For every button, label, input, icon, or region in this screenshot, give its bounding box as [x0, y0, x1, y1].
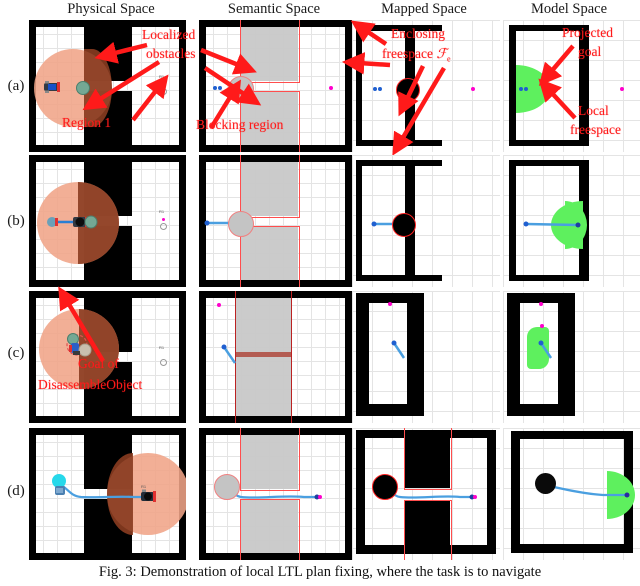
blocking-region-circle: [214, 474, 240, 500]
wall-top: [29, 155, 186, 162]
wall-left: [29, 155, 36, 287]
wall-right: [179, 155, 186, 287]
robot-path: [538, 340, 553, 359]
column-header-physical-space: Physical Space: [67, 1, 155, 17]
annotation-projected-goal-line1: Projected: [562, 25, 613, 40]
row-label-c: (c): [7, 345, 25, 361]
annotation-enclosing-freespace-line2: freespace ℱe: [382, 47, 451, 67]
robot-path: [204, 220, 233, 226]
row-label-b: (b): [7, 213, 25, 229]
row-label-a: (a): [7, 78, 25, 94]
localized-obstacle-blob: [372, 474, 398, 500]
annotation-blocking-region: Blocking region: [196, 117, 284, 132]
localized-obstacle-blob: [392, 213, 416, 237]
panel-d-semantic-space: [199, 428, 352, 560]
panel-c-mapped-space: [352, 291, 500, 423]
annotation-localized-obstacles-line1: Localized: [142, 27, 196, 42]
robot-icon-goal: [141, 489, 156, 502]
annotation-localized-obstacles-line2: obstacles: [146, 46, 196, 61]
localized-obstacle-blob: [535, 473, 556, 494]
panel-b-mapped-space: [352, 155, 500, 287]
annotation-local-freespace-line1: Local: [578, 103, 609, 118]
panel-d-mapped-space: [352, 428, 500, 560]
freespace-subscript: e: [446, 54, 451, 64]
goal-marker-r1: [162, 218, 165, 221]
blocking-region-circle: [228, 211, 254, 237]
panel-b-semantic-space: [199, 155, 352, 287]
panel-d-physical-space: R1: [29, 428, 186, 560]
annotation-projected-goal-line2: goal: [578, 44, 602, 59]
column-header-model-space: Model Space: [530, 1, 608, 17]
robot-path: [391, 340, 406, 359]
robot-icon-start: [55, 486, 65, 495]
column-header-mapped-space: Mapped Space: [381, 1, 467, 17]
region-circle-r1: [160, 223, 167, 230]
figure-caption: Fig. 3: Demonstration of local LTL plan …: [98, 564, 542, 580]
robot-path: [544, 483, 630, 498]
robot-path: [221, 344, 237, 364]
panel-c-semantic-space: [199, 291, 352, 423]
annotation-enclosing-freespace-line1: Enclosing: [391, 26, 445, 41]
enclosing-freespace-word: freespace: [382, 46, 433, 61]
freespace-symbol: ℱ: [436, 46, 447, 61]
panel-b-physical-space: R1: [29, 155, 186, 287]
wall-bottom: [29, 280, 186, 287]
robot-and-object-icon: [47, 215, 98, 229]
panel-b-model-space: [503, 155, 640, 287]
goal-marker-r1: [473, 495, 477, 499]
column-header-semantic-space: Semantic Space: [227, 1, 321, 17]
region-label-r1: R1: [141, 484, 147, 489]
panel-d-model-space: [503, 428, 640, 560]
annotation-arrows-a-semantic: [200, 47, 262, 130]
annotation-region-1: Region 1: [62, 115, 112, 130]
robot-path: [371, 221, 404, 227]
annotation-goal-line1: Goal of: [78, 356, 119, 371]
annotation-local-freespace-line2: freespace: [570, 122, 621, 137]
row-label-d: (d): [7, 483, 25, 499]
goal-marker-r1: [318, 495, 322, 499]
robot-path: [523, 221, 581, 228]
annotation-goal-line2: DisassembleObject: [38, 377, 143, 392]
figure-local-ltl-plan-fixing: Physical Space Semantic Space Mapped Spa…: [0, 0, 640, 586]
region-label-r1: R1: [159, 209, 165, 214]
panel-c-model-space: [503, 291, 640, 423]
